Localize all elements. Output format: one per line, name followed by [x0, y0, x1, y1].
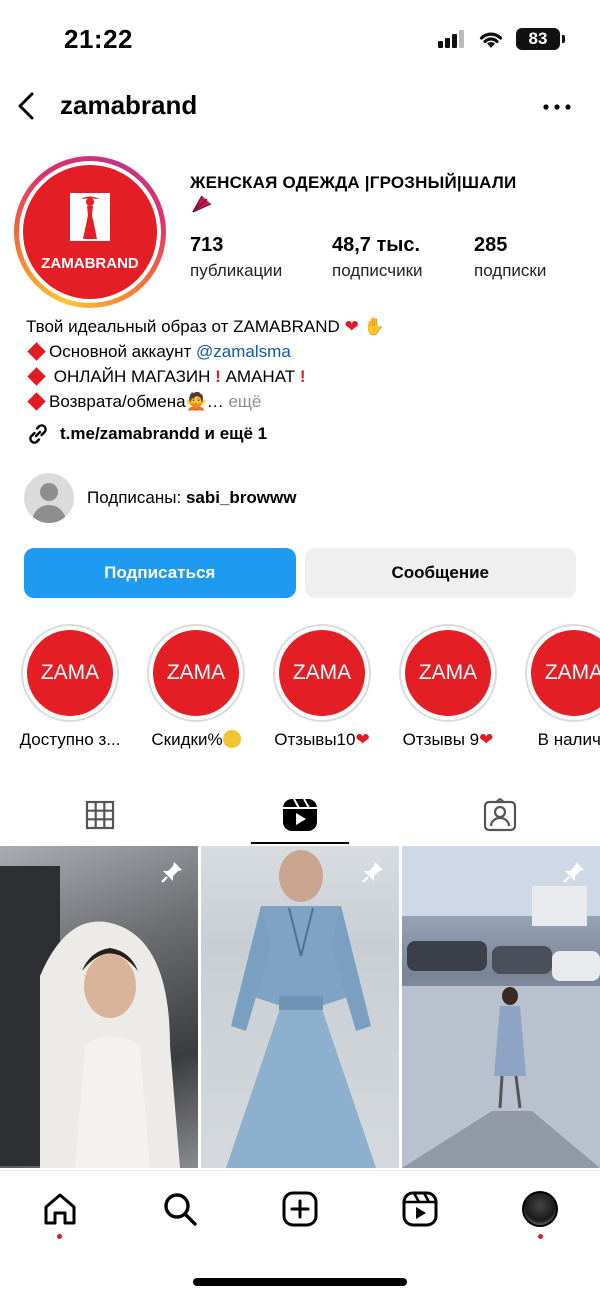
highlight-item[interactable]: ZAMA Отзывы10❤ [262, 624, 382, 750]
reels-icon [402, 1191, 438, 1227]
bride-photo [0, 866, 180, 1168]
nav-search[interactable] [160, 1189, 200, 1229]
link-icon [29, 424, 47, 444]
notification-dot [57, 1234, 62, 1239]
followed-by[interactable]: Подписаны: sabi_browww [24, 472, 296, 524]
follower-avatar [24, 473, 74, 523]
profile-bio: Твой идеальный образ от ZAMABRAND ❤ ✋ Ос… [26, 314, 586, 414]
stat-posts[interactable]: 713 публикации [190, 232, 332, 284]
exclamation-icon: ! [215, 367, 221, 386]
highlight-label: В наличи [537, 730, 600, 749]
blue-dress-photo [226, 850, 376, 1168]
bio-more-link[interactable]: ещё [228, 392, 261, 411]
post-thumbnail[interactable] [0, 846, 198, 1168]
stat-following[interactable]: 285 подписки [474, 232, 546, 284]
bio-line: Основной аккаунт @zamalsma [26, 339, 586, 364]
dress-figure-icon [70, 193, 110, 241]
highlight-label: Скидки% [151, 730, 223, 749]
profile-actions: Подписаться Сообщение [24, 548, 576, 598]
more-options-icon[interactable] [542, 92, 572, 122]
red-diamond-icon [27, 367, 46, 386]
reels-icon [283, 798, 317, 831]
exclamation-icon: ! [299, 367, 306, 386]
brand-logo-text: ZAMABRAND [41, 255, 139, 272]
highlight-cover: ZAMA [405, 630, 491, 716]
search-icon [164, 1193, 197, 1226]
highlight-item[interactable]: ZAMA В наличи [514, 624, 600, 750]
status-bar: 21:22 83 [0, 0, 600, 80]
mention-link[interactable]: @zamalsma [196, 342, 291, 361]
heart-eyes-emoji-icon [222, 730, 241, 748]
highlight-item[interactable]: ZAMA Отзывы 9❤ [388, 624, 508, 750]
followed-by-prefix: Подписаны: [87, 488, 182, 507]
status-icons: 83 [438, 28, 565, 50]
highlight-cover: ZAMA [531, 630, 600, 716]
nav-create[interactable] [280, 1189, 320, 1229]
profile-avatar-story-ring[interactable]: ZAMABRAND [14, 156, 166, 308]
back-icon[interactable] [12, 90, 42, 122]
red-diamond-icon [27, 392, 46, 411]
highlight-item[interactable]: ZAMA Доступно з... [10, 624, 130, 750]
follow-button[interactable]: Подписаться [24, 548, 296, 598]
highlight-cover: ZAMA [153, 630, 239, 716]
profile-display-name: ЖЕНСКАЯ ОДЕЖДА |ГРОЗНЫЙ|ШАЛИ [190, 172, 580, 220]
profile-avatar-icon [522, 1191, 558, 1227]
notification-dot [538, 1234, 543, 1239]
home-indicator [193, 1278, 407, 1286]
hand-emoji-icon: ✋ [363, 317, 385, 336]
street-photo [402, 846, 600, 1168]
profile-username: zamabrand [60, 90, 198, 120]
active-tab-indicator [251, 842, 349, 844]
woman-gesturing-no-emoji-icon: 🙅 [185, 392, 207, 411]
story-highlights: ZAMA Доступно з... ZAMA Скидки% ZAMA Отз… [0, 624, 600, 760]
brand-logo: ZAMABRAND [23, 165, 157, 299]
highlight-label: Отзывы10 [274, 730, 356, 749]
home-icon [44, 1193, 76, 1225]
post-thumbnail[interactable] [402, 846, 600, 1168]
profile-header: zamabrand [0, 80, 600, 132]
wifi-icon [479, 32, 503, 48]
status-time: 21:22 [64, 24, 133, 54]
bio-external-link[interactable]: t.me/zamabrandd и ещё 1 [24, 420, 267, 448]
message-button[interactable]: Сообщение [304, 548, 576, 598]
battery-level: 83 [528, 29, 548, 48]
tab-grid[interactable] [0, 784, 200, 846]
tab-tagged[interactable] [400, 784, 600, 846]
battery-indicator: 83 [516, 28, 565, 50]
profile-summary: ZAMABRAND ЖЕНСКАЯ ОДЕЖДА |ГРОЗНЫЙ|ШАЛИ 7… [0, 152, 600, 312]
post-thumbnail[interactable] [201, 846, 399, 1168]
bio-line: ОНЛАЙН МАГАЗИН ! АМАНАТ ! [26, 364, 586, 389]
stat-followers[interactable]: 48,7 тыс. подписчики [332, 232, 474, 284]
highlight-label: Доступно з... [19, 730, 121, 749]
fan-emoji-icon [192, 195, 212, 213]
red-heart-emoji-icon: ❤ [344, 317, 359, 336]
red-diamond-icon [27, 342, 46, 361]
highlight-cover: ZAMA [279, 630, 365, 716]
highlight-cover: ZAMA [27, 630, 113, 716]
pin-icon [161, 862, 182, 883]
nav-home[interactable] [40, 1189, 80, 1229]
pin-icon [563, 862, 584, 883]
nav-reels[interactable] [400, 1189, 440, 1229]
highlight-label: Отзывы 9 [402, 730, 480, 749]
grid-icon [85, 800, 115, 830]
bio-line: Возврата/обмена🙅… ещё [26, 389, 586, 414]
bio-line: Твой идеальный образ от ZAMABRAND ❤ ✋ [26, 317, 385, 336]
posts-grid [0, 846, 600, 1168]
link-text: t.me/zamabrandd и ещё 1 [60, 424, 268, 443]
tab-reels[interactable] [200, 784, 400, 846]
highlight-item[interactable]: ZAMA Скидки% [136, 624, 256, 750]
pin-icon [362, 862, 383, 883]
create-icon [282, 1191, 318, 1227]
red-heart-emoji-icon: ❤ [479, 730, 494, 749]
profile-stats: 713 публикации 48,7 тыс. подписчики 285 … [190, 232, 546, 284]
red-heart-emoji-icon: ❤ [355, 730, 370, 749]
nav-profile[interactable] [520, 1189, 560, 1229]
tagged-icon [483, 798, 517, 832]
followed-by-username[interactable]: sabi_browww [186, 488, 297, 507]
signal-icon [438, 30, 464, 48]
profile-tabs [0, 784, 600, 846]
